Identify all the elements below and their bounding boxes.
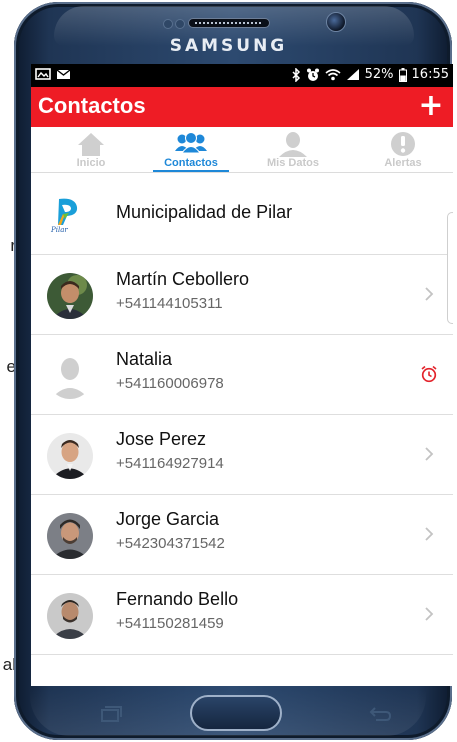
page-title: Contactos <box>38 93 146 118</box>
pilar-logo-text: Pilar <box>51 226 68 234</box>
contact-name: Jose Perez <box>116 429 207 449</box>
slide-page: r e al SAMSUNG <box>0 0 457 742</box>
contact-row-fernando-bello[interactable]: Fernando Bello +541150281459 <box>31 575 453 655</box>
tab-label: Alertas <box>384 157 422 169</box>
mail-notification-icon <box>56 68 71 79</box>
proximity-sensor <box>163 19 173 29</box>
avatar <box>47 433 93 479</box>
avatar <box>47 353 93 399</box>
contact-row-natalia[interactable]: Natalia +541160006978 <box>31 335 453 415</box>
contact-list: Pilar Municipalidad de Pilar Martín Cebo… <box>31 173 453 655</box>
tab-alertas[interactable]: Alertas <box>357 127 449 172</box>
contact-phone: +541150281459 <box>116 615 224 632</box>
tab-label: Mis Datos <box>267 157 319 169</box>
alarm-icon <box>306 68 319 81</box>
tab-mis-datos[interactable]: Mis Datos <box>247 127 339 172</box>
tab-label: Contactos <box>164 157 218 169</box>
app-header: Contactos + <box>31 87 453 127</box>
status-bar: 52% 16:55 <box>31 64 453 87</box>
gallery-notification-icon <box>35 68 51 80</box>
contact-row-martin-cebollero[interactable]: Martín Cebollero +541144105311 <box>31 255 453 335</box>
clock-alert-icon[interactable] <box>419 364 439 384</box>
signal-icon <box>346 69 359 80</box>
avatar <box>47 513 93 559</box>
home-icon <box>78 133 104 156</box>
contact-photo <box>47 433 93 479</box>
contact-name: Municipalidad de Pilar <box>116 202 293 222</box>
contact-photo <box>47 593 93 639</box>
contact-phone: +541160006978 <box>116 375 224 392</box>
bluetooth-icon <box>292 67 300 82</box>
contact-phone: +541144105311 <box>116 295 223 312</box>
chevron-right-icon[interactable] <box>419 604 439 624</box>
contacts-icon <box>175 132 207 154</box>
tab-bar: Inicio Contactos Mis Datos Alertas <box>31 127 453 173</box>
back-button[interactable] <box>364 704 394 724</box>
scroll-indicator[interactable] <box>447 212 453 324</box>
chevron-right-icon[interactable] <box>419 444 439 464</box>
battery-percentage: 52% <box>364 67 394 82</box>
contact-photo <box>47 513 93 559</box>
contact-phone: +541164927914 <box>116 455 224 472</box>
contact-phone: +542304371542 <box>116 535 225 552</box>
chevron-right-icon[interactable] <box>419 284 439 304</box>
light-sensor <box>175 19 185 29</box>
phone-screen: 52% 16:55 Contactos + Inicio Contactos M… <box>31 64 453 686</box>
avatar <box>47 273 93 319</box>
status-time: 16:55 <box>411 67 449 82</box>
active-tab-indicator <box>153 170 229 172</box>
front-camera <box>326 12 346 32</box>
contact-name: Martín Cebollero <box>116 269 250 289</box>
tab-inicio[interactable]: Inicio <box>45 127 137 172</box>
home-button[interactable] <box>190 695 282 731</box>
alert-icon <box>391 132 415 156</box>
contact-row-jose-perez[interactable]: Jose Perez +541164927914 <box>31 415 453 495</box>
recent-apps-icon <box>101 706 122 722</box>
chevron-right-icon[interactable] <box>419 524 439 544</box>
back-icon <box>369 707 392 721</box>
contact-name: Jorge Garcia <box>116 509 220 529</box>
contact-name: Fernando Bello <box>116 589 239 609</box>
recent-apps-button[interactable] <box>96 704 126 724</box>
contact-name: Natalia <box>116 349 173 369</box>
contact-row-municipalidad[interactable]: Pilar Municipalidad de Pilar <box>31 173 453 255</box>
earpiece-speaker <box>188 18 270 28</box>
default-avatar-icon <box>47 353 93 399</box>
contact-row-jorge-garcia[interactable]: Jorge Garcia +542304371542 <box>31 495 453 575</box>
person-icon <box>279 132 307 157</box>
add-contact-button[interactable]: + <box>415 88 447 124</box>
pilar-logo: Pilar <box>49 195 89 235</box>
tab-label: Inicio <box>76 157 106 169</box>
avatar <box>47 593 93 639</box>
wifi-icon <box>325 69 341 81</box>
battery-icon <box>398 67 407 82</box>
contact-photo <box>47 273 93 319</box>
device-brand: SAMSUNG <box>169 36 288 56</box>
tab-contactos[interactable]: Contactos <box>145 127 237 172</box>
